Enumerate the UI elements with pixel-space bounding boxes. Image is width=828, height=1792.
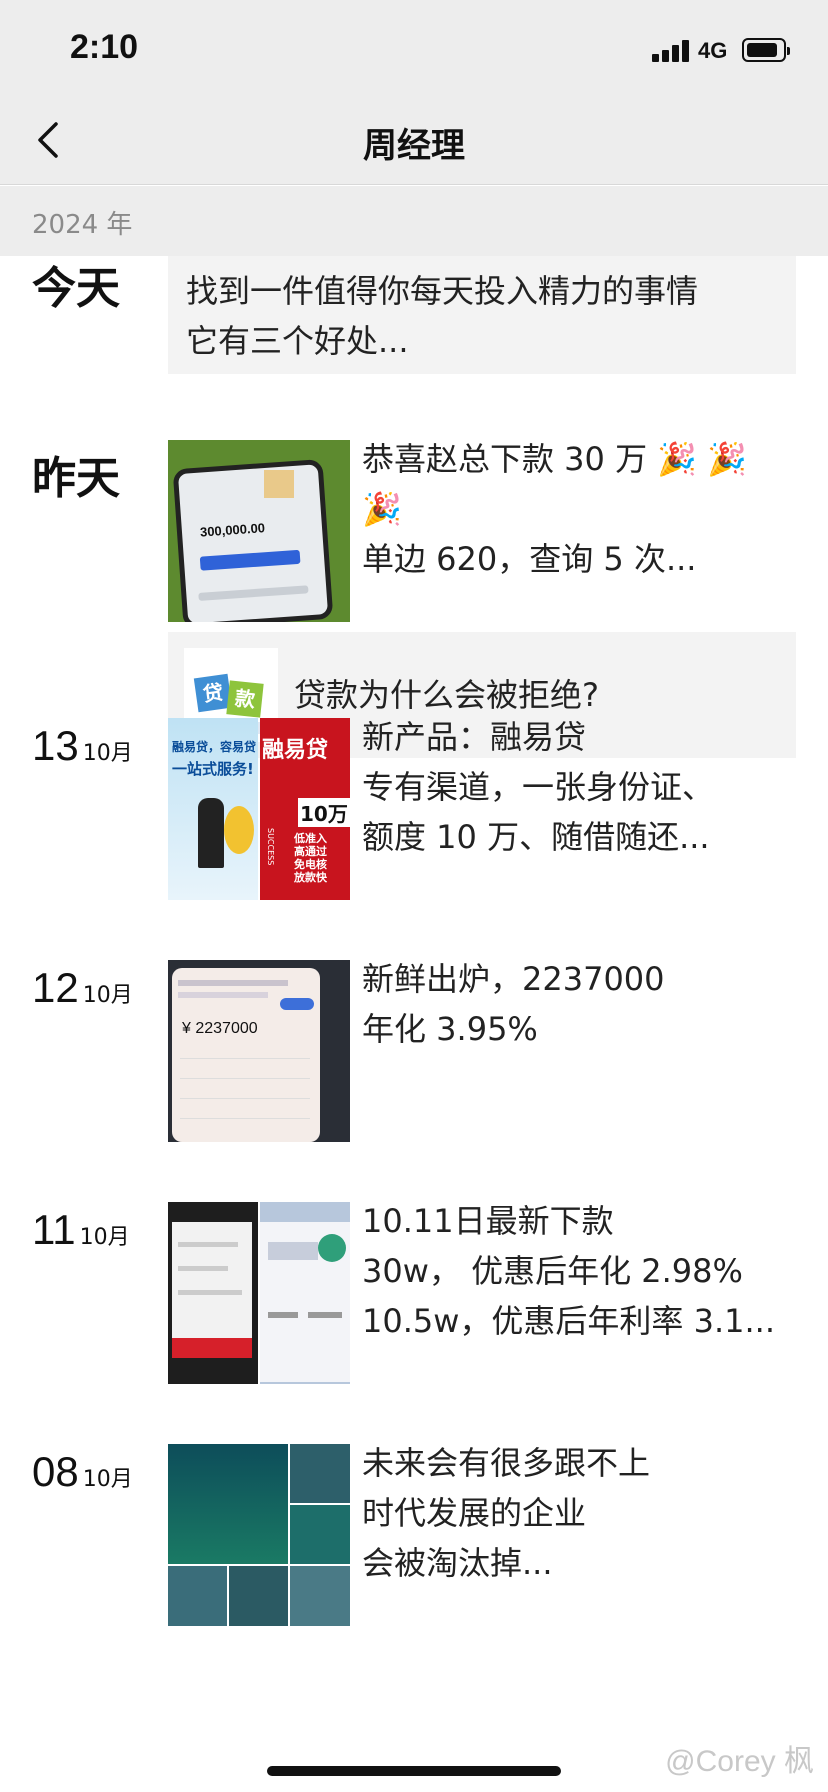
- post-line: 找到一件值得你每天投入精力的事情: [186, 272, 699, 310]
- link-title: 贷款为什么会被拒绝?: [294, 676, 599, 714]
- watermark: @Corey 枫: [665, 1745, 814, 1778]
- post-line: 它有三个好处...: [186, 322, 409, 360]
- post-date: 13 10月: [32, 722, 133, 769]
- status-bar: 2:10 4G: [0, 0, 828, 100]
- text-post[interactable]: 找到一件值得你每天投入精力的事情 它有三个好处...: [168, 256, 796, 374]
- post-date: 今天: [32, 263, 120, 314]
- post-text[interactable]: 新鲜出炉，2237000 年化 3.95%: [362, 954, 802, 1054]
- home-indicator[interactable]: [267, 1766, 561, 1776]
- post-image-group[interactable]: [168, 1202, 350, 1384]
- top-bar: 2:10 4G 周经理: [0, 0, 828, 185]
- status-time: 2:10: [70, 28, 139, 66]
- page-title: 周经理: [363, 126, 465, 166]
- year-label: 2024 年: [32, 210, 133, 240]
- post-text[interactable]: 新产品：融易贷 专有渠道，一张身份证、 额度 10 万、随借随还...: [362, 712, 802, 862]
- network-label: 4G: [698, 38, 728, 63]
- post-image-group[interactable]: 融易贷，容易贷 一站式服务! 融易贷 10万 低准入 高通过 免电核 放款快 S…: [168, 718, 350, 900]
- nav-bar: 周经理: [0, 100, 828, 185]
- post-image-grid[interactable]: [168, 1444, 350, 1626]
- year-header: 2024 年: [0, 186, 828, 256]
- post-text[interactable]: 恭喜赵总下款 30 万 🎉 🎉 🎉 单边 620，查询 5 次...: [362, 434, 802, 584]
- post-date: 08 10月: [32, 1448, 133, 1495]
- post-image[interactable]: ¥ 2237000: [168, 960, 350, 1142]
- moments-feed[interactable]: 今天 找到一件值得你每天投入精力的事情 它有三个好处... 昨天 300,000…: [0, 256, 828, 1792]
- battery-icon: [742, 38, 790, 62]
- post-image[interactable]: 300,000.00: [168, 440, 350, 622]
- post-text[interactable]: 未来会有很多跟不上 时代发展的企业 会被淘汰掉...: [362, 1438, 802, 1588]
- post-date: 12 10月: [32, 964, 133, 1011]
- post-date: 11 10月: [32, 1206, 130, 1253]
- signal-icon: [652, 40, 692, 62]
- post-date: 昨天: [32, 453, 120, 504]
- post-text[interactable]: 10.11日最新下款 30w， 优惠后年化 2.98% 10.5w，优惠后年利率…: [362, 1196, 802, 1346]
